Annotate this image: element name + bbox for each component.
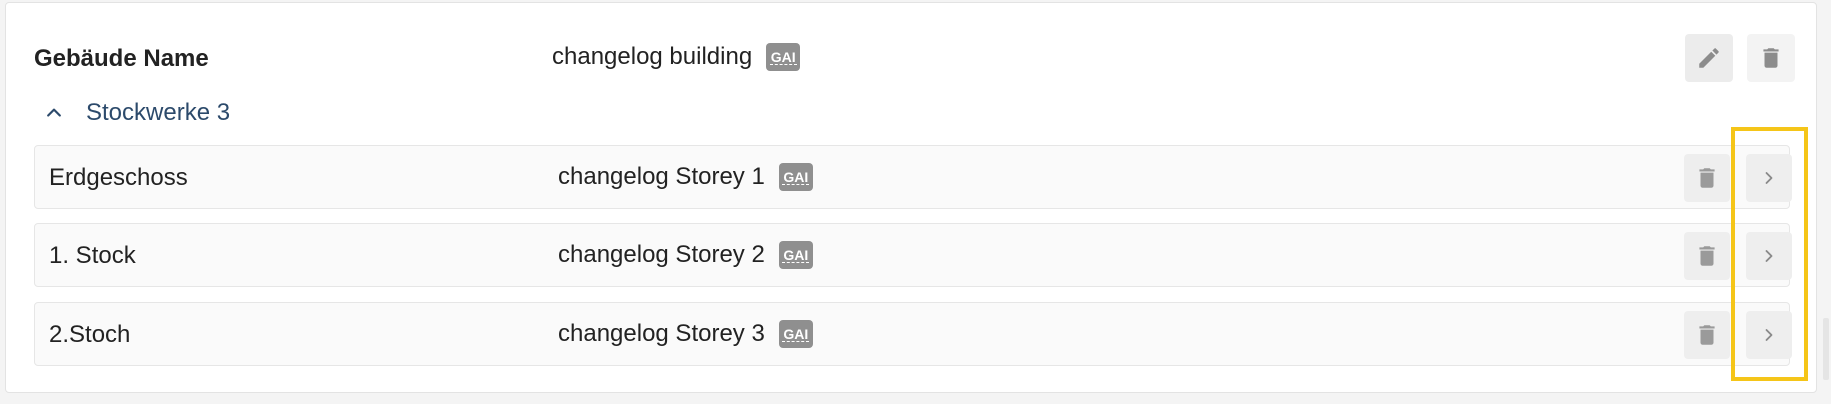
trash-icon [1763,48,1779,68]
storeys-count-label: Stockwerke 3 [86,99,231,126]
chevron-right-icon [1765,329,1773,341]
gai-badge[interactable]: GAI [766,43,801,71]
gai-badge[interactable]: GAI [778,241,813,269]
edit-building-button[interactable] [1685,34,1733,82]
storey-value: changelog Storey 2 [558,241,765,268]
storey-row: 1. Stock changelog Storey 2 GAI [34,223,1792,287]
building-header: Gebäude Name changelog building GAI [6,3,1816,111]
building-name-label: Gebäude Name [34,45,209,72]
delete-building-button[interactable] [1747,34,1795,82]
storey-name: 2.Stoch [49,321,131,348]
storey-name: Erdgeschoss [49,164,188,191]
open-storey-button[interactable] [1746,311,1792,359]
trash-icon [1699,246,1715,266]
delete-storey-button[interactable] [1684,311,1730,359]
building-name-value-group: changelog building GAI [552,43,801,71]
storey-row: Erdgeschoss changelog Storey 1 GAI [34,145,1792,209]
storey-value-group: changelog Storey 3 GAI [558,320,813,348]
open-storey-button[interactable] [1746,232,1792,280]
chevron-up-icon [47,108,61,117]
gai-badge[interactable]: GAI [778,320,813,348]
gai-badge-text: GAI [782,246,810,263]
trash-icon [1699,168,1715,188]
storey-name: 1. Stock [49,242,136,269]
storey-row: 2.Stoch changelog Storey 3 GAI [34,302,1792,366]
open-storey-button[interactable] [1746,154,1792,202]
gai-badge-text: GAI [769,48,797,65]
gai-badge[interactable]: GAI [778,163,813,191]
building-card: Gebäude Name changelog building GAI Stoc… [5,2,1817,393]
building-name-value: changelog building [552,43,753,70]
storey-value: changelog Storey 1 [558,163,765,190]
storeys-toggle[interactable]: Stockwerke 3 [44,99,230,127]
storey-value-group: changelog Storey 2 GAI [558,241,813,269]
chevron-right-icon [1765,172,1773,184]
delete-storey-button[interactable] [1684,232,1730,280]
trash-icon [1699,325,1715,345]
gai-badge-text: GAI [782,325,810,342]
gai-badge-text: GAI [782,168,810,185]
scrollbar-thumb[interactable] [1823,318,1829,380]
pencil-icon [1699,48,1719,68]
storey-value: changelog Storey 3 [558,320,765,347]
delete-storey-button[interactable] [1684,154,1730,202]
storey-value-group: changelog Storey 1 GAI [558,163,813,191]
chevron-right-icon [1765,250,1773,262]
